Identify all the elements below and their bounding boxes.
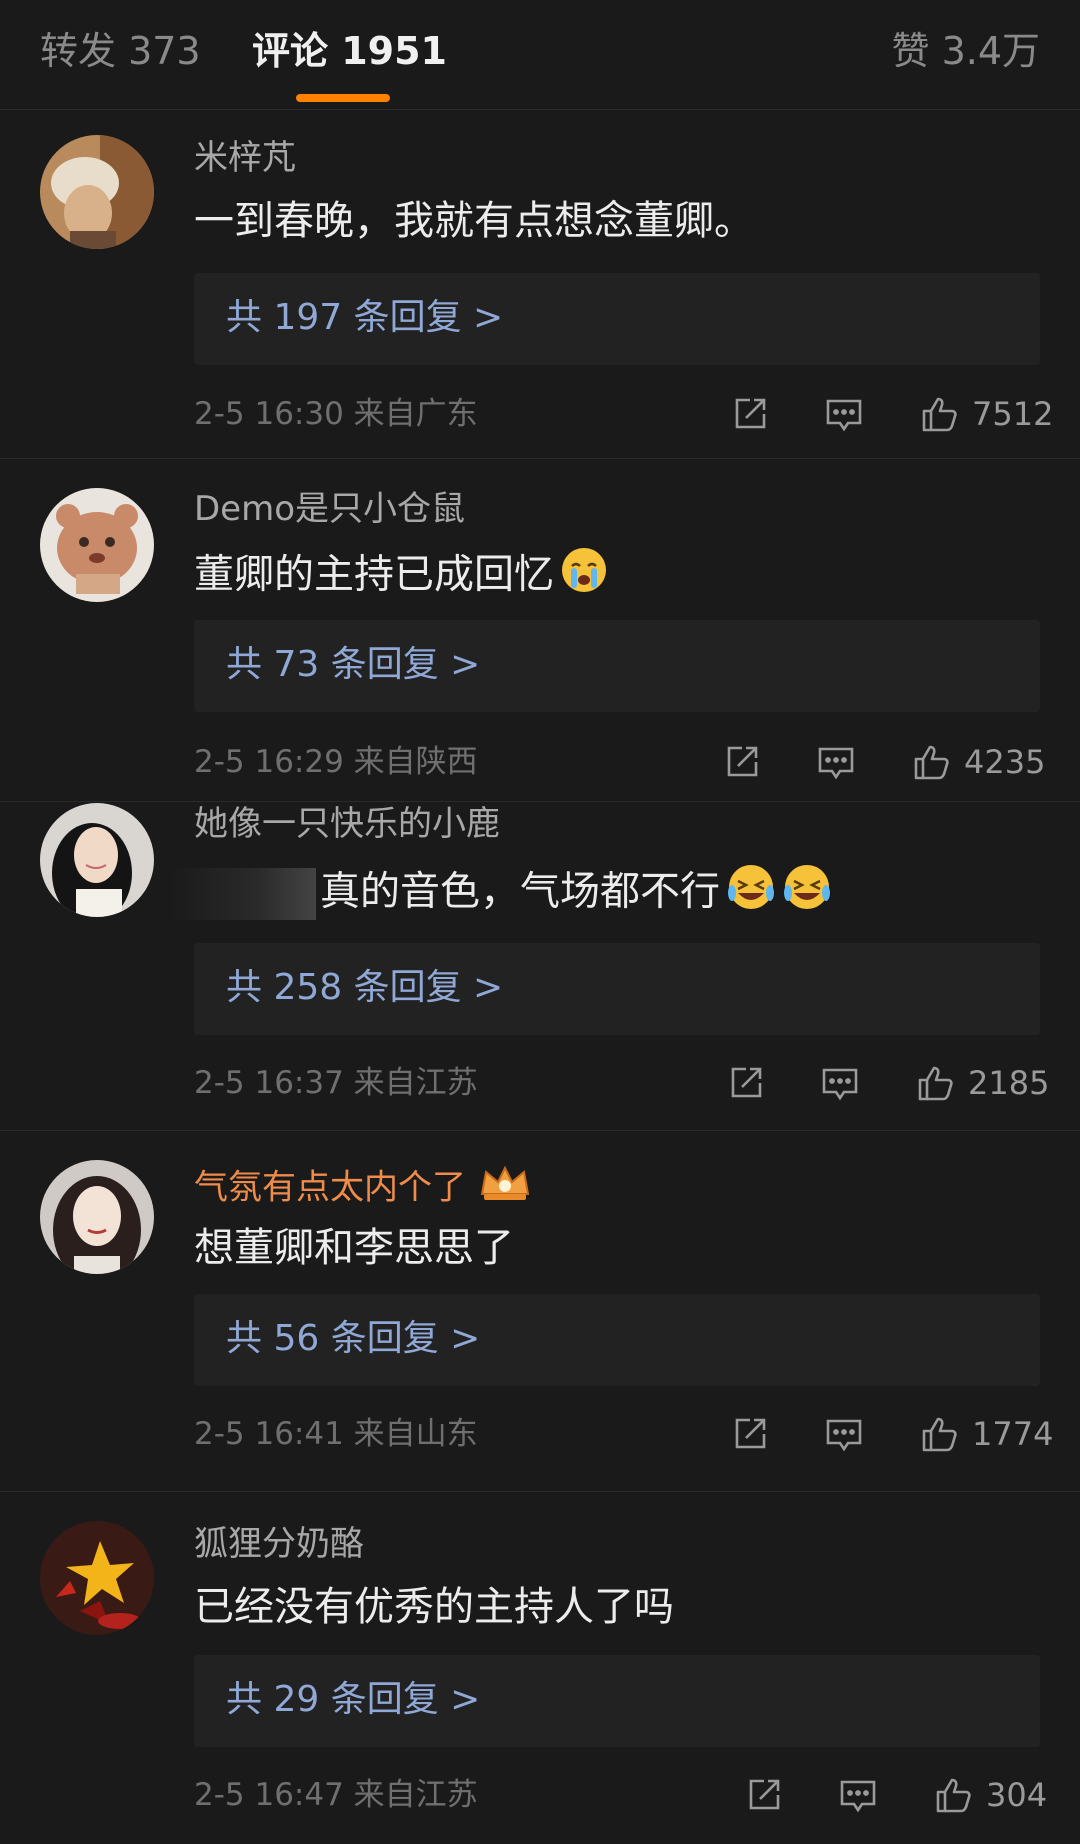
thumbs-up-icon [922, 1417, 957, 1452]
username[interactable]: 米梓芃 [194, 137, 296, 179]
tab-comments[interactable]: 评论 1951 [252, 28, 447, 74]
comment-text-body: 董卿的主持已成回忆 [194, 551, 554, 598]
comment-meta: 2-5 16:29 来自陕西 [194, 744, 478, 780]
comment-actions: 4235 [722, 740, 1045, 784]
view-replies-link[interactable]: 共 73 条回复 > [226, 642, 480, 688]
thumbs-up-icon [922, 397, 957, 432]
replies-box[interactable]: 共 197 条回复 > [194, 273, 1040, 365]
view-replies-link[interactable]: 共 258 条回复 > [226, 965, 503, 1011]
comment-item: 气氛有点太内个了 想董卿和李思思了 共 56 条回复 > 2-5 16:41 来… [0, 1132, 1080, 1492]
comment-icon[interactable] [824, 1412, 864, 1456]
like-count: 2185 [968, 1064, 1050, 1102]
comment-actions: 1774 [730, 1412, 1053, 1456]
comment-meta: 2-5 16:30 来自广东 [194, 396, 478, 432]
avatar[interactable] [40, 135, 154, 249]
like-count: 4235 [964, 743, 1046, 781]
share-icon[interactable] [730, 392, 770, 436]
comment-text-body: 一到春晚，我就有点想念董卿。 [194, 198, 754, 244]
comment-icon[interactable] [820, 1061, 860, 1105]
avatar[interactable] [40, 1160, 154, 1274]
view-replies-link[interactable]: 共 56 条回复 > [226, 1316, 480, 1362]
like-count: 304 [986, 1776, 1048, 1814]
vip-crown-icon [478, 1164, 532, 1214]
thumbs-up-icon [914, 745, 949, 780]
laugh-cry-emoji-icon [782, 863, 832, 924]
comment-text: 想董卿和李思思了 [194, 1222, 514, 1274]
redacted-region [170, 867, 316, 920]
username[interactable]: Demo是只小仓鼠 [194, 488, 465, 530]
like-button[interactable]: 2185 [916, 1061, 1049, 1105]
comment-text-body: 真的音色，气场都不行 [320, 868, 720, 915]
like-button[interactable]: 7512 [920, 392, 1053, 436]
comment-text-body: 已经没有优秀的主持人了吗 [194, 1584, 674, 1630]
crying-emoji-icon [560, 546, 608, 607]
comment-text: 已经没有优秀的主持人了吗 [194, 1581, 674, 1633]
tab-bar: 转发 373 评论 1951 赞 3.4万 [0, 0, 1080, 110]
laugh-cry-emoji-icon [726, 863, 776, 924]
share-icon[interactable] [726, 1061, 766, 1105]
share-icon[interactable] [744, 1773, 784, 1817]
thumbs-up-icon [936, 1778, 971, 1813]
comment-item: Demo是只小仓鼠 董卿的主持已成回忆 共 73 条回复 > 2-5 16:29… [0, 460, 1080, 802]
replies-box[interactable]: 共 73 条回复 > [194, 620, 1040, 712]
tab-repost[interactable]: 转发 373 [40, 28, 201, 74]
active-tab-indicator [296, 94, 390, 102]
like-button[interactable]: 304 [934, 1773, 1047, 1817]
username[interactable]: 狐狸分奶酪 [194, 1523, 364, 1565]
replies-box[interactable]: 共 56 条回复 > [194, 1294, 1040, 1386]
comment-text-body: 想董卿和李思思了 [194, 1225, 514, 1271]
comment-actions: 2185 [726, 1061, 1049, 1105]
share-icon[interactable] [722, 740, 762, 784]
avatar[interactable] [40, 803, 154, 917]
like-count: 1774 [972, 1415, 1054, 1453]
like-button[interactable]: 4235 [912, 740, 1045, 784]
thumbs-up-icon [918, 1066, 953, 1101]
comment-meta: 2-5 16:47 来自江苏 [194, 1777, 478, 1813]
avatar[interactable] [40, 1521, 154, 1635]
tab-likes[interactable]: 赞 3.4万 [891, 28, 1040, 74]
like-button[interactable]: 1774 [920, 1412, 1053, 1456]
comment-text: 真的音色，气场都不行 [170, 863, 832, 924]
comment-actions: 304 [744, 1773, 1047, 1817]
comment-item: 米梓芃 一到春晚，我就有点想念董卿。 共 197 条回复 > 2-5 16:30… [0, 111, 1080, 459]
comment-icon[interactable] [824, 392, 864, 436]
username[interactable]: 她像一只快乐的小鹿 [194, 803, 500, 845]
comment-text: 一到春晚，我就有点想念董卿。 [194, 195, 754, 247]
username[interactable]: 气氛有点太内个了 [194, 1164, 532, 1214]
comment-icon[interactable] [816, 740, 856, 784]
comment-item: 她像一只快乐的小鹿 真的音色，气场都不行 共 258 条回复 > 2-5 16:… [0, 803, 1080, 1131]
comment-item: 狐狸分奶酪 已经没有优秀的主持人了吗 共 29 条回复 > 2-5 16:47 … [0, 1493, 1080, 1844]
comment-meta: 2-5 16:41 来自山东 [194, 1416, 478, 1452]
view-replies-link[interactable]: 共 29 条回复 > [226, 1677, 480, 1723]
replies-box[interactable]: 共 29 条回复 > [194, 1655, 1040, 1747]
comment-icon[interactable] [838, 1773, 878, 1817]
view-replies-link[interactable]: 共 197 条回复 > [226, 295, 503, 341]
like-count: 7512 [972, 395, 1054, 433]
username-text: 气氛有点太内个了 [194, 1167, 466, 1208]
comment-text: 董卿的主持已成回忆 [194, 546, 608, 607]
replies-box[interactable]: 共 258 条回复 > [194, 943, 1040, 1035]
avatar[interactable] [40, 488, 154, 602]
comment-meta: 2-5 16:37 来自江苏 [194, 1065, 478, 1101]
share-icon[interactable] [730, 1412, 770, 1456]
comment-actions: 7512 [730, 392, 1053, 436]
